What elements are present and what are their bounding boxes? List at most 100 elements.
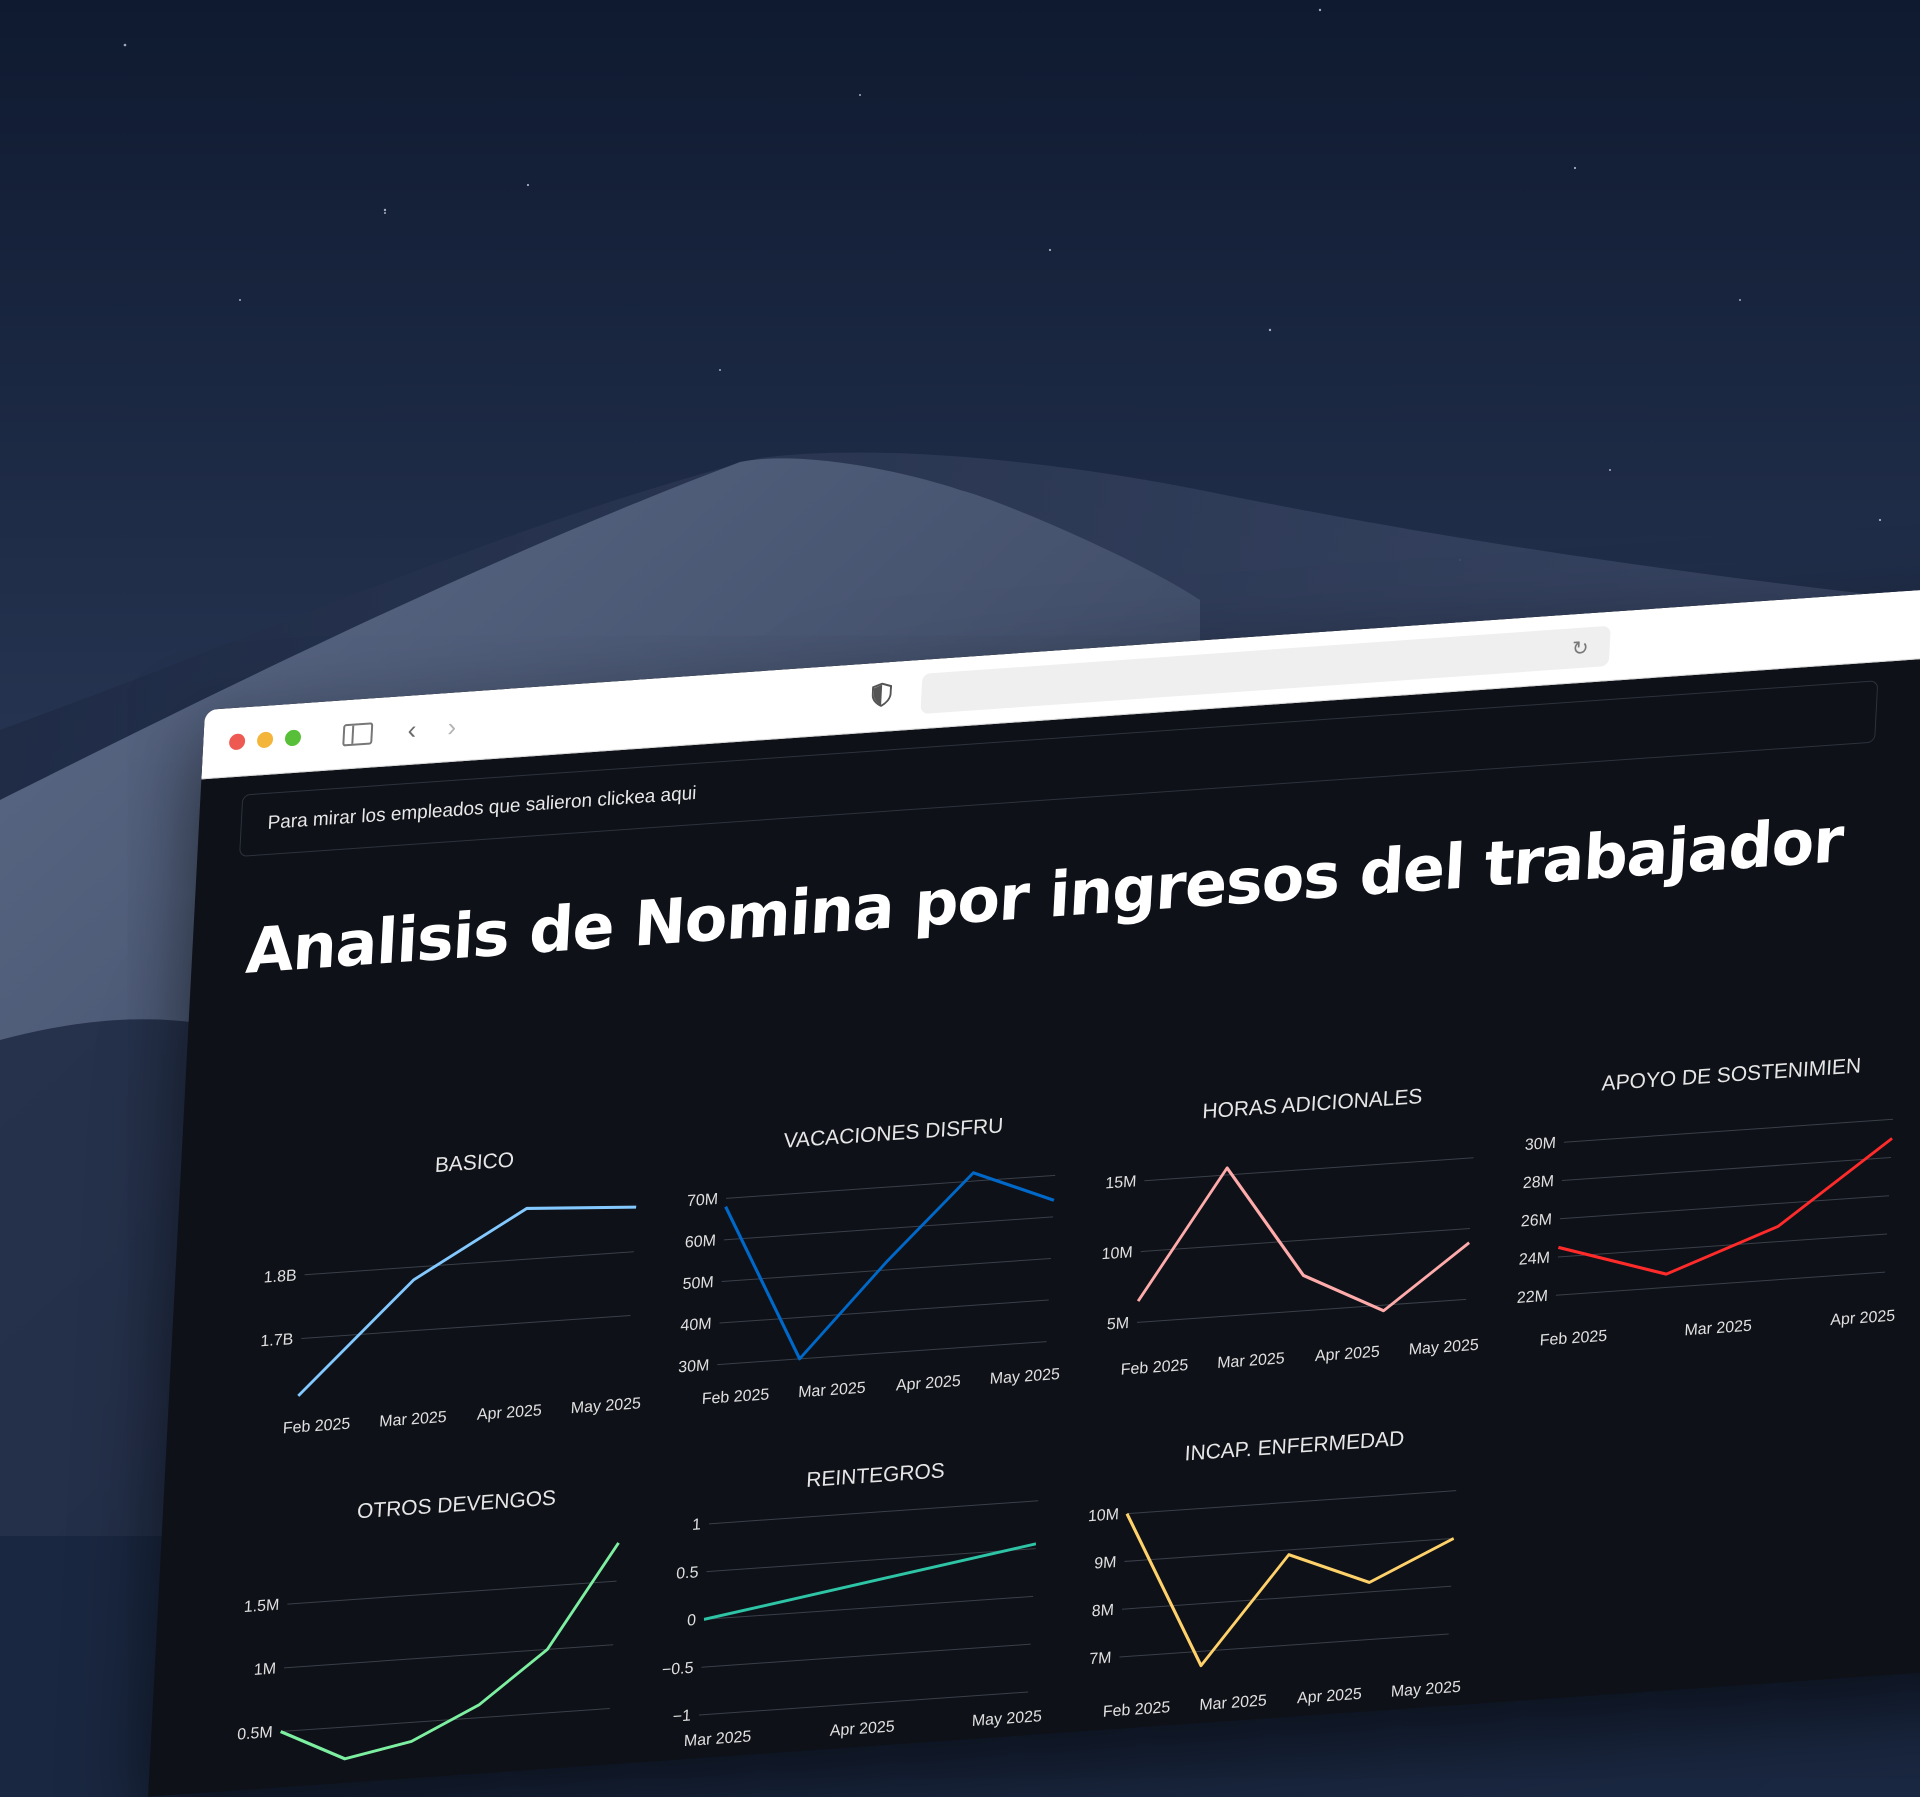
y-tick-label: 1.7B xyxy=(260,1330,294,1350)
gridline xyxy=(1557,1233,1888,1258)
x-tick-label: Mar 2025 xyxy=(798,1379,866,1402)
y-tick-label: 60M xyxy=(684,1231,716,1251)
x-tick-label: Feb 2025 xyxy=(1102,1698,1170,1721)
chart-title: INCAP. ENFERMEDAD xyxy=(1184,1427,1405,1465)
y-tick-label: 30M xyxy=(1524,1134,1556,1154)
x-tick-label: May 2025 xyxy=(971,1707,1042,1730)
gridline xyxy=(301,1314,631,1339)
series-line[interactable] xyxy=(1557,1137,1893,1281)
x-tick-label: Mar 2025 xyxy=(1684,1317,1752,1340)
y-tick-label: 0 xyxy=(687,1611,697,1630)
x-tick-label: Mar 2025 xyxy=(1199,1691,1267,1714)
y-tick-label: 9M xyxy=(1094,1553,1117,1573)
x-tick-label: Apr 2025 xyxy=(829,1717,895,1740)
gridline xyxy=(1140,1228,1470,1253)
chart-horas-adicionales: HORAS ADICIONALES 5M 10M 15M Feb 2025 Mar 202… xyxy=(1101,1085,1479,1379)
gridline xyxy=(287,1580,617,1605)
x-tick-label: May 2025 xyxy=(989,1365,1060,1388)
y-tick-label: 30M xyxy=(678,1356,710,1376)
gridline xyxy=(1559,1195,1890,1220)
y-tick-label: 22M xyxy=(1516,1287,1548,1307)
x-tick-label: Feb 2025 xyxy=(1120,1356,1188,1379)
y-tick-label: 15M xyxy=(1105,1172,1137,1192)
gridline xyxy=(726,1174,1056,1199)
sidebar-toggle-icon[interactable] xyxy=(342,722,374,747)
y-tick-label: 1.8B xyxy=(263,1266,297,1286)
x-tick-label: Feb 2025 xyxy=(701,1385,769,1408)
y-tick-label: 0.5 xyxy=(676,1563,699,1583)
gridline xyxy=(701,1643,1031,1668)
gridline xyxy=(1136,1298,1467,1323)
chart-title: VACACIONES DISFRU xyxy=(783,1114,1004,1152)
back-arrow-icon[interactable]: ‹ xyxy=(407,711,418,748)
gridline xyxy=(1144,1157,1474,1182)
gridline xyxy=(283,1644,614,1669)
x-tick-label: Mar 2025 xyxy=(683,1727,751,1750)
x-tick-label: Apr 2025 xyxy=(1297,1685,1363,1708)
y-tick-label: 26M xyxy=(1520,1210,1552,1230)
chart-otros-devengos: OTROS DEVENGOS 0.5M 1M 1.5M xyxy=(237,1486,620,1764)
y-tick-label: 40M xyxy=(680,1315,712,1335)
chart-title: OTROS DEVENGOS xyxy=(356,1486,556,1523)
chart-title: REINTEGROS xyxy=(806,1459,946,1492)
series-line[interactable] xyxy=(717,1167,1055,1365)
x-tick-label: Feb 2025 xyxy=(282,1415,350,1438)
x-tick-label: Apr 2025 xyxy=(1830,1307,1896,1330)
y-tick-label: 50M xyxy=(682,1273,714,1293)
chart-apoyo-de-sostenimien: APOYO DE SOSTENIMIEN 22M 24M 26M 28M 30M Feb 2… xyxy=(1516,1054,1896,1350)
y-tick-label: 28M xyxy=(1522,1172,1554,1192)
forward-arrow-icon[interactable]: › xyxy=(447,708,458,745)
gridline xyxy=(708,1500,1039,1525)
x-tick-label: Mar 2025 xyxy=(1217,1349,1285,1372)
y-tick-label: 8M xyxy=(1091,1601,1114,1621)
zoom-window-button[interactable] xyxy=(284,729,302,747)
minimize-window-button[interactable] xyxy=(256,731,274,749)
y-tick-label: 0.5M xyxy=(237,1723,273,1744)
chart-title: BASICO xyxy=(434,1149,514,1178)
x-tick-label: Feb 2025 xyxy=(1539,1327,1607,1350)
x-tick-label: Apr 2025 xyxy=(896,1372,962,1395)
x-tick-label: Apr 2025 xyxy=(477,1401,543,1424)
x-tick-label: Apr 2025 xyxy=(1315,1343,1381,1366)
gridline xyxy=(280,1708,610,1733)
gridline xyxy=(304,1251,634,1276)
chart-title: HORAS ADICIONALES xyxy=(1202,1085,1423,1123)
series-line[interactable] xyxy=(1119,1491,1456,1672)
gridline xyxy=(719,1299,1049,1324)
x-tick-label: Mar 2025 xyxy=(379,1408,447,1431)
y-tick-label: 1 xyxy=(692,1515,702,1534)
gridline xyxy=(1119,1633,1449,1658)
gridline xyxy=(717,1341,1047,1366)
chart-incap-enfermedad: INCAP. ENFERMEDAD 7M 8M 9M 10M Feb 2025 Mar 20… xyxy=(1087,1427,1461,1721)
y-tick-label: 70M xyxy=(687,1190,719,1210)
chart-basico: BASICO 1.7B 1.8B Feb 2025 Mar 2025 Apr 2025 Ma… xyxy=(260,1149,641,1438)
gridline xyxy=(1124,1537,1454,1562)
reload-icon[interactable]: ↻ xyxy=(1571,635,1589,661)
y-tick-label: 24M xyxy=(1518,1249,1550,1269)
chart-vacaciones-disfru: VACACIONES DISFRU 30M 40M 50M 60M 70M Feb 2025… xyxy=(678,1114,1061,1408)
close-window-button[interactable] xyxy=(228,733,246,751)
series-line[interactable] xyxy=(279,1542,620,1764)
x-tick-label: May 2025 xyxy=(570,1394,641,1417)
y-tick-label: 10M xyxy=(1087,1505,1119,1525)
y-tick-label: 5M xyxy=(1106,1314,1129,1334)
y-tick-label: 1.5M xyxy=(243,1596,279,1617)
expander-label: Para mirar los empleados que salieron cl… xyxy=(267,782,697,834)
browser-window: ‹ › ↻ Para mirar los empleados que salie… xyxy=(148,577,1920,1797)
y-tick-label: 1M xyxy=(253,1659,276,1679)
gridline xyxy=(1126,1490,1457,1515)
y-tick-label: −0.5 xyxy=(662,1659,695,1679)
gridline xyxy=(706,1548,1036,1573)
y-tick-label: 10M xyxy=(1101,1243,1133,1263)
chart-title: APOYO DE SOSTENIMIEN xyxy=(1601,1054,1862,1095)
y-tick-label: 7M xyxy=(1089,1649,1112,1669)
x-tick-label: May 2025 xyxy=(1408,1336,1479,1359)
gridline xyxy=(723,1216,1054,1241)
shield-icon[interactable] xyxy=(871,682,893,708)
series-line[interactable] xyxy=(297,1201,637,1397)
x-tick-label: May 2025 xyxy=(1390,1678,1461,1701)
chart-reintegros: REINTEGROS −1 −0.5 0 0.5 1 Mar 2025 Apr 2025 May… xyxy=(662,1459,1043,1750)
gridline xyxy=(1555,1271,1886,1296)
y-tick-label: −1 xyxy=(672,1707,691,1726)
gridline xyxy=(1563,1118,1894,1143)
